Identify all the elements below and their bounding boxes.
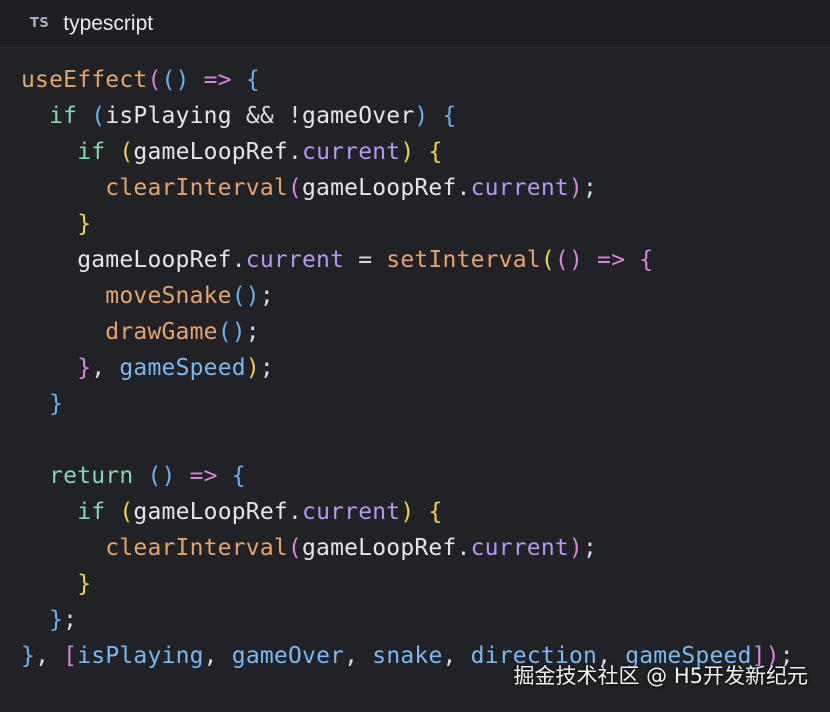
code-token: => [175,463,232,489]
code-line: clearInterval(gameLoopRef.current); [21,170,597,206]
code-token: ; [259,355,274,381]
code-token: . [456,175,471,201]
code-token: ; [245,319,260,345]
code-token: drawGame [105,319,218,345]
code-token: ) [568,175,583,201]
code-line: }; [21,602,77,638]
code-token: gameLoopRef [133,139,288,165]
code-token: ( [119,499,134,525]
code-line: clearInterval(gameLoopRef.current); [21,530,597,566]
code-token: , [91,355,120,381]
code-token: } [77,355,92,381]
code-token: } [77,571,92,597]
code-token: gameLoopRef [301,535,457,561]
code-token: { [428,103,457,129]
code-token: () [217,319,246,345]
code-token: gameOver [231,643,345,669]
code-line: }, gameSpeed); [21,350,274,386]
code-token: clearInterval [105,175,288,201]
code-line: if (isPlaying && !gameOver) { [21,98,457,134]
code-token: current [302,139,401,165]
code-token: } [49,391,64,417]
code-area[interactable]: useEffect(() => { if (isPlaying && !game… [0,62,830,702]
code-line: if (gameLoopRef.current) { [21,494,443,530]
code-token: ( [540,247,555,273]
language-label: typescript [63,11,154,35]
code-token: ; [259,283,274,309]
code-token: ( [119,139,134,165]
code-token: gameLoopRef [133,499,288,525]
code-token: gameSpeed [119,355,246,381]
code-token: ( [287,175,302,201]
code-token: () [231,283,260,309]
code-token: setInterval [386,247,541,273]
code-token: ( [147,67,162,93]
code-token: . [456,535,471,561]
code-token: } [77,211,92,237]
code-block-header: TS typescript [0,0,830,48]
code-token: if [77,139,120,165]
code-token: { [231,463,246,489]
code-token: moveSnake [105,283,232,309]
code-token: , [344,643,373,669]
code-token: gameOver [302,103,415,129]
code-token: , [442,643,471,669]
code-token: if [77,499,120,525]
code-token: ; [63,607,78,633]
code-token: isPlaying [77,643,204,669]
code-token: && ! [231,103,303,129]
code-line: gameLoopRef.current = setInterval(() => … [21,242,653,278]
code-token: . [287,499,303,525]
code-token: gameLoopRef [301,175,457,201]
code-token: } [21,643,36,669]
code-token: { [245,67,260,93]
code-token: () [147,463,176,489]
code-block-panel: TS typescript useEffect(() => { if (isPl… [0,0,830,712]
code-line: useEffect(() => { [21,62,260,98]
code-token: [ [63,643,78,669]
code-line: if (gameLoopRef.current) { [21,134,443,170]
code-token: current [302,499,401,525]
code-token: () [554,247,583,273]
code-line: } [21,386,63,422]
code-token: useEffect [21,67,148,93]
code-token: , [35,643,64,669]
code-line: drawGame(); [21,314,260,350]
code-token: ) [568,535,583,561]
code-token: return [49,463,148,489]
watermark: 掘金技术社区 @ H5开发新纪元 [513,664,808,688]
code-token: } [49,607,64,633]
code-token: , [203,643,232,669]
code-token: ( [287,535,302,561]
code-token: ; [582,175,598,201]
code-token: ; [582,535,598,561]
code-line: } [21,566,91,602]
code-token: => [189,67,246,93]
code-token: isPlaying [105,103,232,129]
code-token: clearInterval [105,535,288,561]
code-token: ) [414,103,429,129]
code-token: { [639,247,654,273]
code-token: . [287,139,303,165]
code-token: current [470,535,569,561]
code-token: ( [91,103,106,129]
code-token: ) [400,499,415,525]
code-token: => [583,247,640,273]
code-token: current [470,175,569,201]
code-line: return () => { [21,458,246,494]
code-token: { [414,499,443,525]
typescript-icon: TS [30,16,50,31]
code-token: ) [245,355,260,381]
code-token: . [231,247,246,273]
code-token: = [344,247,387,273]
code-token: () [161,67,190,93]
code-line: moveSnake(); [21,278,274,314]
code-token: if [49,103,92,129]
code-token: { [414,139,443,165]
code-token: gameLoopRef [77,247,232,273]
code-token: snake [372,643,443,669]
code-token: ) [400,139,415,165]
code-line: } [21,206,91,242]
code-token: current [245,247,345,273]
